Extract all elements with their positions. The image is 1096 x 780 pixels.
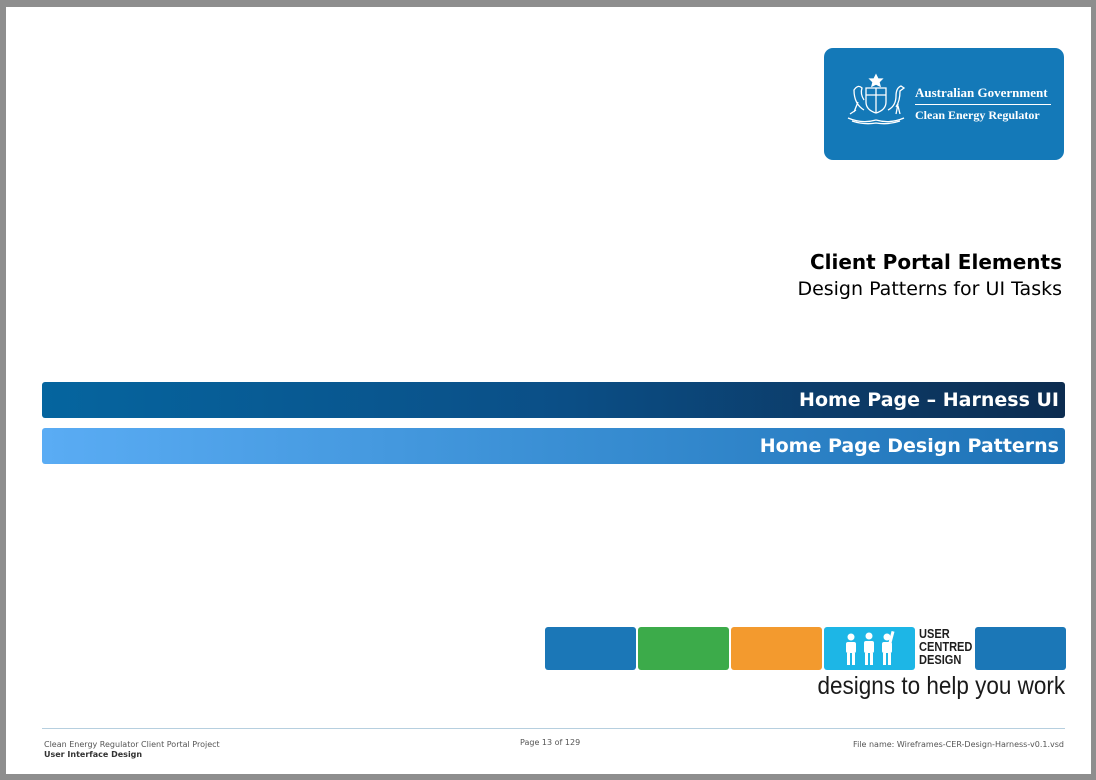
ucd-block-blue (545, 627, 636, 670)
section-banner-design-patterns: Home Page Design Patterns (42, 428, 1065, 464)
ucd-wordmark: USER CENTRED DESIGN (919, 627, 972, 666)
footer-divider (42, 728, 1065, 729)
footer-filename: File name: Wireframes-CER-Design-Harness… (853, 740, 1064, 749)
document-title: Client Portal Elements (809, 250, 1062, 274)
logo-line-government: Australian Government (915, 85, 1051, 105)
ucd-logo: USER CENTRED DESIGN (545, 627, 1066, 671)
ucd-block-blue-end (975, 627, 1066, 670)
logo-line-regulator: Clean Energy Regulator (915, 108, 1040, 122)
footer-page-number: Page 13 of 129 (520, 738, 581, 747)
section-banner-harness-ui: Home Page – Harness UI (42, 382, 1065, 418)
coat-of-arms-icon (847, 73, 906, 125)
title-block: Client Portal Elements Design Patterns f… (797, 250, 1062, 304)
footer-project-info: Clean Energy Regulator Client Portal Pro… (44, 740, 220, 760)
ucd-word-design: DESIGN (919, 652, 962, 667)
ucd-tagline: designs to help you work (817, 672, 1065, 700)
ucd-block-orange (731, 627, 822, 670)
document-subtitle: Design Patterns for UI Tasks (797, 278, 1062, 300)
ucd-block-green (638, 627, 729, 670)
people-icon (846, 630, 895, 665)
government-logo: Australian Government Clean Energy Regul… (824, 48, 1064, 160)
document-page: Australian Government Clean Energy Regul… (6, 7, 1091, 774)
footer-project: Clean Energy Regulator Client Portal Pro… (44, 740, 220, 749)
ucd-block-cyan (824, 627, 915, 670)
footer-section: User Interface Design (44, 750, 143, 759)
